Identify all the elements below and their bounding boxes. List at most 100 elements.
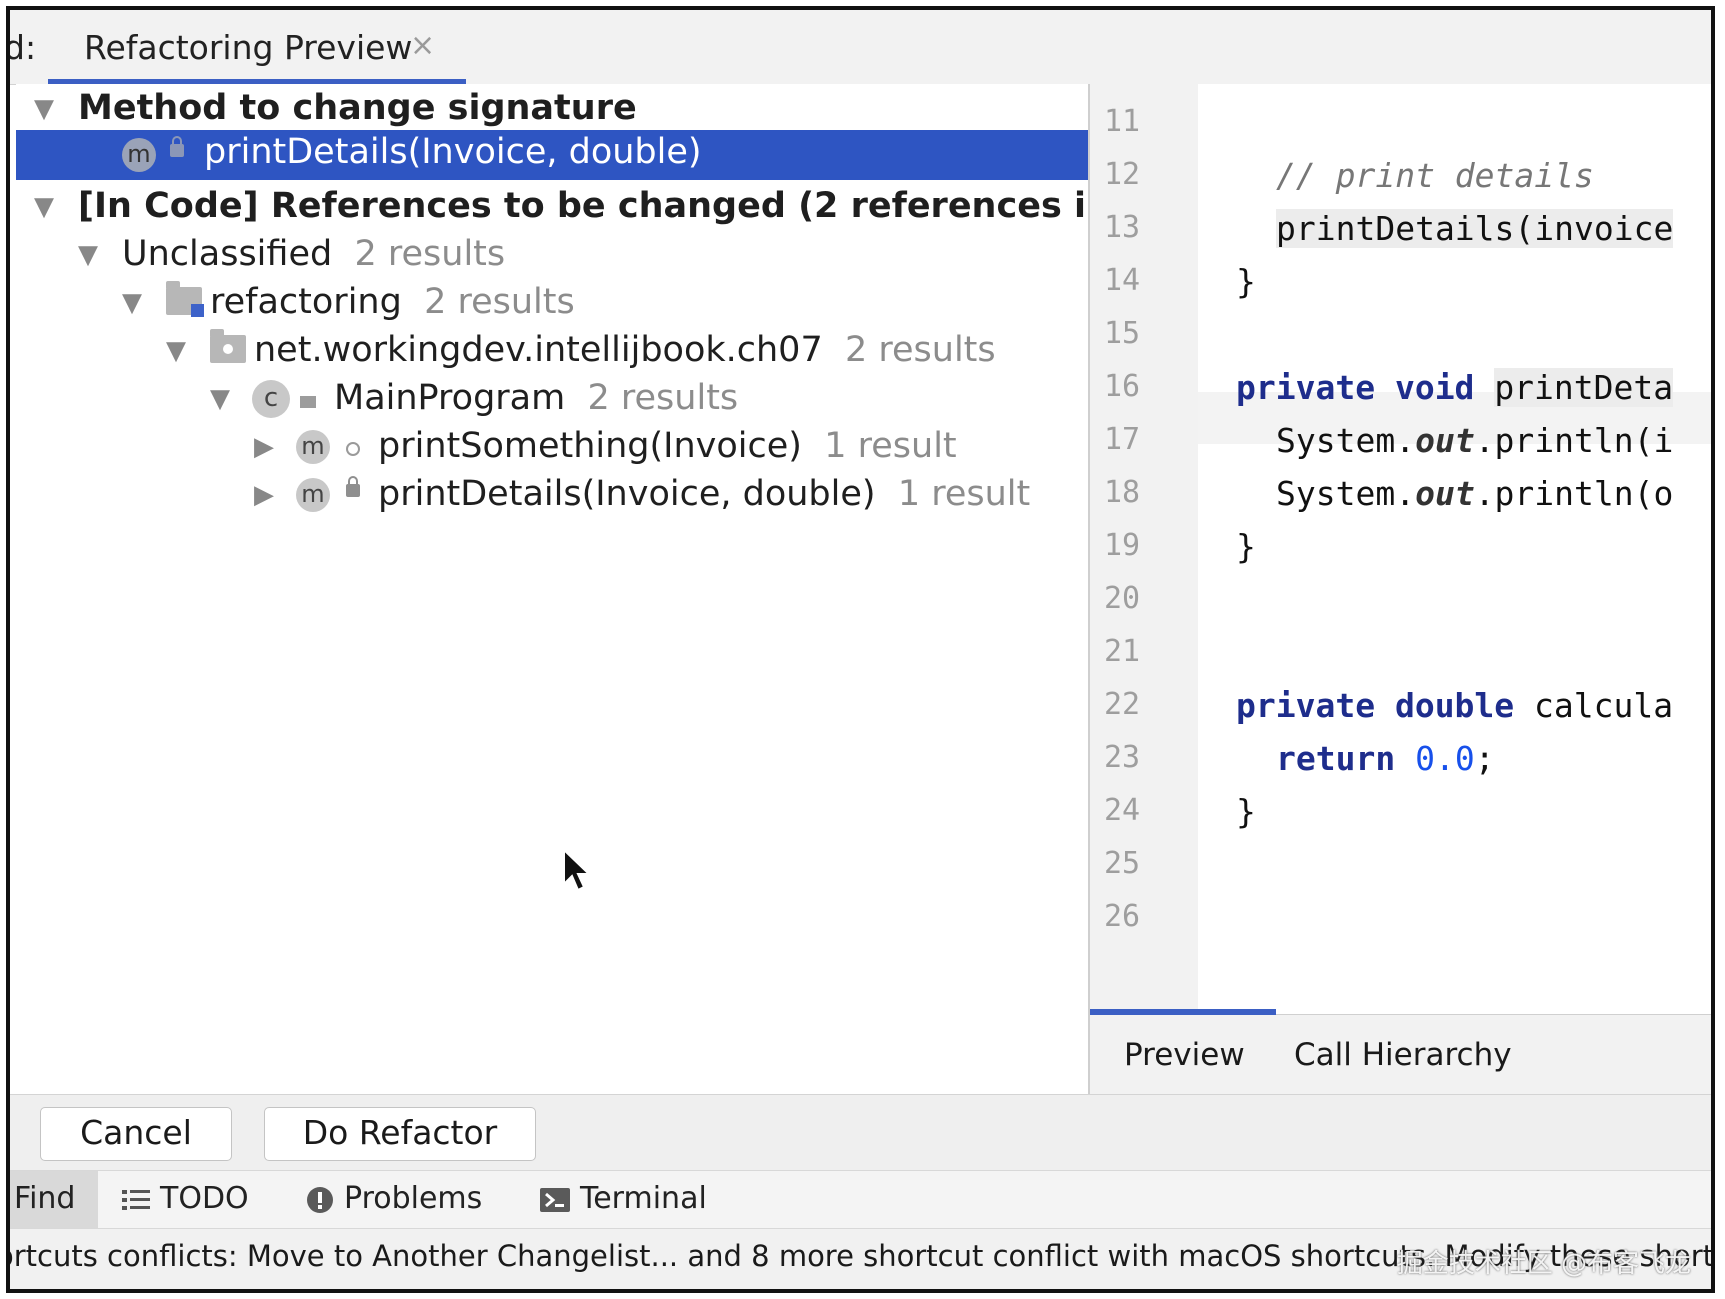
code-line-14: } [1236, 262, 1256, 301]
find-label: Find [14, 1181, 76, 1216]
tree-node-unclassified[interactable]: ▼ Unclassified 2 results [16, 230, 1088, 283]
code-preview[interactable]: 11 12 13 14 15 16 17 18 19 20 21 22 23 2… [1090, 84, 1711, 1014]
expand-arrow-icon[interactable]: ▼ [210, 384, 230, 414]
unclassified-count: 2 results [354, 234, 506, 274]
selected-method-label: printDetails(Invoice, double) [204, 132, 702, 172]
terminal-label: Terminal [580, 1181, 707, 1216]
tool-window-tab-bar: d: Refactoring Preview × [10, 10, 1711, 85]
source-folder-icon [166, 281, 204, 317]
lock-icon [346, 476, 360, 497]
action-button-bar: Cancel Do Refactor [10, 1094, 1711, 1171]
tool-window-bar: Find TODO Problems Terminal [10, 1170, 1711, 1229]
method-icon: m [122, 138, 156, 172]
references-header-label: [In Code] References to be changed (2 re… [78, 186, 1186, 226]
preview-tab-bar: Preview Call Hierarchy [1090, 1009, 1711, 1095]
line-number: 26 [1104, 899, 1141, 934]
line-number: 13 [1104, 210, 1141, 245]
refactoring-label: refactoring [210, 282, 402, 322]
method-header-label: Method to change signature [78, 88, 637, 128]
code-line-17: System.out.println(i [1276, 421, 1674, 460]
unclassified-label: Unclassified [122, 234, 333, 274]
tool-window-todo[interactable]: TODO [122, 1171, 249, 1229]
tab-call-hierarchy[interactable]: Call Hierarchy [1294, 1037, 1512, 1073]
expand-arrow-icon[interactable]: ▼ [122, 288, 142, 318]
tab-prefix-label: d: [6, 28, 37, 67]
tree-node-method-printsomething[interactable]: ▶ m printSomething(Invoice) 1 result [16, 422, 1088, 475]
keyword-private: private [1236, 368, 1376, 407]
do-refactor-button[interactable]: Do Refactor [264, 1107, 536, 1161]
close-icon[interactable]: × [410, 28, 435, 63]
class-label: MainProgram [334, 378, 566, 418]
watermark-text: 掘金技术社区 @布客飞龙 [1396, 1249, 1691, 1279]
line-number: 22 [1104, 687, 1141, 722]
active-tab-indicator [1090, 1009, 1276, 1015]
package-count: 2 results [844, 330, 996, 370]
refactoring-preview-window: d: Refactoring Preview × ▼ Method to cha… [6, 6, 1715, 1293]
line-number-gutter: 11 12 13 14 15 16 17 18 19 20 21 22 23 2… [1090, 84, 1198, 1014]
method-icon: m [296, 478, 330, 512]
tab-refactoring-preview[interactable]: Refactoring Preview × [48, 10, 466, 85]
tree-node-package[interactable]: ▼ net.workingdev.intellijbook.ch07 2 res… [16, 326, 1088, 379]
method-count: 1 result [824, 426, 957, 466]
tool-window-find[interactable]: Find [10, 1171, 98, 1229]
refactoring-tree: ▼ Method to change signature m printDeta… [16, 84, 1186, 1094]
line-number: 17 [1104, 422, 1141, 457]
package-private-icon [346, 442, 360, 456]
line-number: 18 [1104, 475, 1141, 510]
code-line-16: private void printDeta [1236, 368, 1674, 407]
keyword-private: private [1236, 686, 1376, 725]
line-number: 16 [1104, 369, 1141, 404]
tool-window-terminal[interactable]: Terminal [540, 1171, 707, 1229]
status-bar: ortcuts conflicts: Move to Another Chang… [10, 1228, 1711, 1289]
warning-icon [307, 1186, 333, 1213]
line-number: 23 [1104, 740, 1141, 775]
expand-arrow-icon[interactable]: ▼ [34, 192, 54, 222]
tab-label: Refactoring Preview [84, 28, 413, 67]
collapse-arrow-icon[interactable]: ▶ [254, 432, 274, 462]
method-label: printSomething(Invoice) [378, 426, 802, 466]
tree-node-class[interactable]: ▼ c MainProgram 2 results [16, 374, 1088, 427]
tree-node-selected-method[interactable]: m printDetails(Invoice, double) [16, 130, 1088, 180]
code-line-23: return 0.0; [1276, 739, 1495, 778]
static-field: out [1415, 474, 1475, 513]
line-number: 14 [1104, 263, 1141, 298]
class-icon: c [252, 380, 290, 418]
line-number: 15 [1104, 316, 1141, 351]
tab-preview[interactable]: Preview [1124, 1037, 1245, 1073]
code-line-18: System.out.println(o [1276, 474, 1674, 513]
problems-label: Problems [344, 1181, 483, 1216]
line-number: 12 [1104, 157, 1141, 192]
code-line-13: printDetails(invoice [1276, 209, 1674, 248]
expand-arrow-icon[interactable]: ▼ [166, 336, 186, 366]
line-number: 21 [1104, 634, 1141, 669]
cancel-button[interactable]: Cancel [40, 1107, 232, 1161]
method-label: printDetails(Invoice, double) [378, 474, 876, 514]
code-line-12: // print details [1276, 156, 1594, 195]
method-name: printDeta [1494, 368, 1674, 407]
code-line-24: } [1236, 792, 1256, 831]
collapse-arrow-icon[interactable]: ▶ [254, 480, 274, 510]
tool-window-problems[interactable]: Problems [306, 1171, 482, 1229]
code-comment: // print details [1276, 156, 1594, 195]
expand-arrow-icon[interactable]: ▼ [78, 240, 98, 270]
static-field: out [1415, 421, 1475, 460]
folder-icon [300, 396, 316, 408]
code-line-19: } [1236, 527, 1256, 566]
line-number: 19 [1104, 528, 1141, 563]
mouse-pointer-icon [563, 848, 592, 892]
tree-node-references-header[interactable]: ▼ [In Code] References to be changed (2 … [16, 182, 1186, 235]
package-label: net.workingdev.intellijbook.ch07 [254, 330, 823, 370]
list-icon [122, 1189, 150, 1210]
number-literal: 0.0 [1415, 739, 1475, 778]
expand-arrow-icon[interactable]: ▼ [34, 94, 54, 124]
keyword-return: return [1276, 739, 1396, 778]
keyword-double: double [1394, 686, 1515, 725]
line-number: 20 [1104, 581, 1141, 616]
tree-node-method-printdetails[interactable]: ▶ m printDetails(Invoice, double) 1 resu… [16, 470, 1088, 523]
package-icon [210, 329, 246, 363]
line-number: 25 [1104, 846, 1141, 881]
tree-node-refactoring[interactable]: ▼ refactoring 2 results [16, 278, 1088, 331]
line-number: 24 [1104, 793, 1141, 828]
class-count: 2 results [587, 378, 739, 418]
refactoring-count: 2 results [424, 282, 575, 322]
